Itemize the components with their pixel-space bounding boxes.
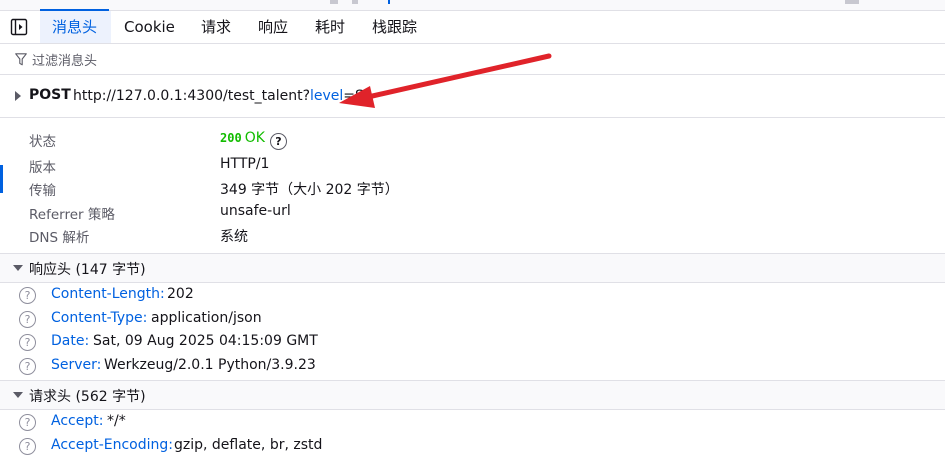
question-circle-icon[interactable]: ? (19, 358, 36, 375)
header-filter-bar[interactable]: 过滤消息头 (0, 44, 945, 75)
header-name: Content-Length: (51, 286, 165, 302)
header-value: gzip, deflate, br, zstd (174, 437, 323, 453)
header-row: ? Content-Type: application/json (0, 308, 945, 331)
details-tab-bar: 消息头 Cookie 请求 响应 耗时 栈跟踪 (0, 9, 945, 44)
status-code: 200 (220, 131, 242, 145)
header-row: ? Accept: */* (0, 411, 945, 434)
toolbar-fragment (330, 0, 338, 4)
top-toolbar-strip (0, 0, 945, 11)
request-url-row[interactable]: POST http://127.0.0.1:4300/test_talent?l… (0, 75, 945, 118)
question-circle-icon[interactable]: ? (19, 438, 36, 455)
request-url: http://127.0.0.1:4300/test_talent?level=… (73, 88, 364, 104)
question-circle-icon[interactable]: ? (19, 414, 36, 431)
expand-twisty-icon[interactable] (15, 91, 21, 101)
tab-stack-trace[interactable]: 栈跟踪 (372, 11, 417, 43)
question-circle-icon[interactable]: ? (269, 133, 287, 150)
dns-value: 系统 (220, 229, 248, 245)
url-param-value: S (355, 88, 364, 104)
transfer-label: 传输 (29, 183, 56, 199)
request-headers-section[interactable]: 请求头 (562 字节) (0, 380, 945, 410)
tab-headers[interactable]: 消息头 (39, 9, 110, 43)
filter-headers-input[interactable]: 过滤消息头 (32, 50, 97, 69)
header-value: */* (107, 413, 126, 429)
header-row: ? Accept-Encoding: gzip, deflate, br, zs… (0, 435, 945, 458)
status-value: 200 OK? (220, 130, 287, 150)
question-circle-icon[interactable]: ? (19, 287, 36, 304)
collapse-twisty-icon[interactable] (13, 392, 23, 398)
status-label: 状态 (29, 134, 56, 150)
header-row: ? Date: Sat, 09 Aug 2025 04:15:09 GMT (0, 331, 945, 354)
funnel-icon (15, 53, 27, 66)
response-headers-title: 响应头 (147 字节) (29, 262, 146, 278)
request-headers-title: 请求头 (562 字节) (29, 389, 146, 405)
summary-version-row: 版本 HTTP/1 (0, 154, 945, 177)
referrer-value: unsafe-url (220, 203, 291, 219)
version-label: 版本 (29, 160, 56, 176)
toolbar-fragment (388, 0, 390, 4)
url-base: http://127.0.0.1:4300/test_talent? (73, 88, 310, 104)
header-row: ? Content-Length: 202 (0, 284, 945, 307)
response-headers-section[interactable]: 响应头 (147 字节) (0, 253, 945, 283)
header-name: Content-Type: (51, 310, 148, 326)
tab-cookies[interactable]: Cookie (124, 11, 175, 43)
question-circle-icon[interactable]: ? (19, 334, 36, 351)
referrer-label: Referrer 策略 (29, 207, 115, 223)
summary-referrer-row: Referrer 策略 unsafe-url (0, 201, 945, 224)
url-param-name: level (310, 88, 344, 104)
version-value: HTTP/1 (220, 156, 270, 172)
header-value: Werkzeug/2.0.1 Python/3.9.23 (104, 357, 316, 373)
request-method: POST (29, 87, 71, 103)
header-name: Accept-Encoding: (51, 437, 174, 453)
header-name: Server: (51, 357, 102, 373)
transfer-value: 349 字节（大小 202 字节） (220, 182, 399, 198)
header-name: Date: (51, 333, 90, 349)
tab-response[interactable]: 响应 (258, 11, 288, 43)
header-value: application/json (151, 310, 262, 326)
url-param-eq: = (343, 88, 356, 104)
toolbar-fragment (352, 0, 358, 4)
status-text: OK (244, 130, 265, 146)
header-row: ? Server: Werkzeug/2.0.1 Python/3.9.23 (0, 355, 945, 378)
dns-label: DNS 解析 (29, 230, 90, 246)
summary-transfer-row: 传输 349 字节（大小 202 字节） (0, 177, 945, 200)
tab-timings[interactable]: 耗时 (315, 11, 345, 43)
summary-status-row: 状态 200 OK? (0, 128, 945, 151)
header-name: Accept: (51, 413, 104, 429)
question-circle-icon[interactable]: ? (19, 311, 36, 328)
collapse-twisty-icon[interactable] (13, 265, 23, 271)
header-value: 202 (167, 286, 194, 302)
header-value: Sat, 09 Aug 2025 04:15:09 GMT (93, 333, 318, 349)
toolbar-fragment (845, 0, 859, 4)
tab-request[interactable]: 请求 (201, 11, 231, 43)
sidebar-toggle-icon[interactable] (10, 18, 28, 36)
summary-dns-row: DNS 解析 系统 (0, 224, 945, 247)
